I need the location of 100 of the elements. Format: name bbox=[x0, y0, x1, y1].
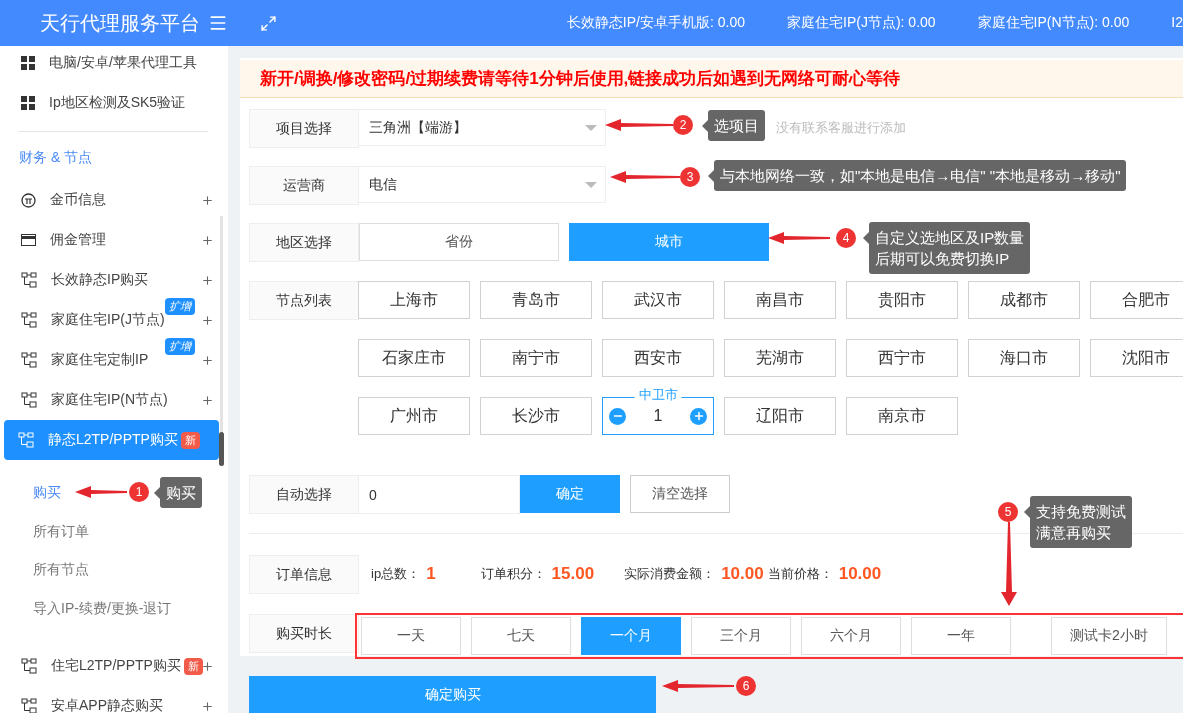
balance-stat: 家庭住宅IP(J节点): 0.00 bbox=[787, 14, 936, 32]
card-icon bbox=[21, 234, 36, 246]
field-label: 自动选择 bbox=[249, 475, 359, 514]
plus-icon[interactable] bbox=[201, 394, 214, 407]
tag: 新 bbox=[183, 657, 203, 675]
city-option[interactable]: 合肥市 bbox=[1090, 281, 1183, 319]
duration-option[interactable]: 七天 bbox=[471, 617, 571, 655]
section-heading: 财务 & 节点 bbox=[18, 148, 94, 167]
callout-tooltip: 选项目 bbox=[702, 110, 765, 141]
city-option[interactable]: 芜湖市 bbox=[724, 339, 836, 377]
quantity-value: 1 bbox=[653, 407, 663, 425]
node-tree-icon bbox=[21, 658, 37, 674]
order-stat-value: 10.00 bbox=[838, 564, 882, 584]
step-marker: 6 bbox=[736, 676, 756, 696]
sidebar-item[interactable]: 家庭住宅定制IP 扩增 bbox=[4, 340, 222, 380]
submenu-item[interactable]: 导入IP-续费/更换-退订 bbox=[33, 589, 172, 628]
plus-icon[interactable] bbox=[201, 700, 214, 713]
order-stat-value: 15.00 bbox=[551, 564, 595, 584]
plus-icon[interactable] bbox=[201, 660, 214, 673]
city-option[interactable]: 长沙市 bbox=[480, 397, 592, 435]
field-label: 购买时长 bbox=[249, 614, 359, 653]
fullscreen-icon[interactable] bbox=[260, 14, 277, 32]
coin-icon bbox=[21, 192, 36, 208]
duration-option[interactable]: 测试卡2小时 bbox=[1051, 617, 1167, 655]
order-stat-label: ip总数： bbox=[371, 565, 421, 583]
city-option[interactable]: 上海市 bbox=[358, 281, 470, 319]
city-option[interactable]: 南昌市 bbox=[724, 281, 836, 319]
callout-tooltip: 购买 bbox=[154, 477, 202, 508]
city-option[interactable]: 成都市 bbox=[968, 281, 1080, 319]
count-input[interactable]: 0 bbox=[359, 475, 520, 514]
project-select[interactable]: 三角洲【端游】 bbox=[359, 109, 606, 146]
city-option[interactable]: 辽阳市 bbox=[724, 397, 836, 435]
city-name: 中卫市 bbox=[634, 387, 682, 403]
sidebar-item[interactable]: 金币信息 bbox=[4, 180, 222, 220]
city-option[interactable]: 武汉市 bbox=[602, 281, 714, 319]
arrow bbox=[768, 232, 830, 244]
order-stat-label: 订单积分： bbox=[480, 565, 546, 583]
sidebar-item[interactable]: 住宅L2TP/PPTP购买 新 bbox=[4, 646, 222, 686]
balance-stat: 家庭住宅IP(N节点): 0.00 bbox=[977, 14, 1130, 32]
city-option[interactable]: 南京市 bbox=[846, 397, 958, 435]
city-option[interactable]: 沈阳市 bbox=[1090, 339, 1183, 377]
plus-icon[interactable] bbox=[690, 407, 707, 425]
duration-option[interactable]: 三个月 bbox=[691, 617, 791, 655]
sidebar-item[interactable]: 电脑/安卓/苹果代理工具 bbox=[4, 46, 222, 83]
node-tree-icon bbox=[21, 392, 37, 408]
hint-text: 没有联系客服进行添加 bbox=[776, 119, 906, 137]
scrollbar-thumb[interactable] bbox=[219, 432, 224, 466]
sidebar-item[interactable]: 家庭住宅IP(N节点) bbox=[4, 380, 222, 420]
duration-option[interactable]: 一天 bbox=[361, 617, 461, 655]
node-tree-icon bbox=[21, 352, 37, 368]
callout-tooltip: 支持免费测试 满意再购买 bbox=[1024, 496, 1132, 548]
field-label: 地区选择 bbox=[249, 223, 359, 262]
clear-button[interactable]: 清空选择 bbox=[630, 475, 730, 513]
plus-icon[interactable] bbox=[201, 314, 214, 327]
grid-icon bbox=[21, 56, 35, 70]
duration-option[interactable]: 一年 bbox=[911, 617, 1011, 655]
city-option[interactable]: 广州市 bbox=[358, 397, 470, 435]
field-label: 节点列表 bbox=[249, 281, 359, 320]
duration-option[interactable]: 六个月 bbox=[801, 617, 901, 655]
arrow bbox=[605, 119, 673, 131]
plus-icon[interactable] bbox=[201, 234, 214, 247]
balance-stat: I2 bbox=[1171, 14, 1183, 32]
plus-icon[interactable] bbox=[201, 354, 214, 367]
sidebar-item[interactable]: 长效静态IP购买 bbox=[4, 260, 222, 300]
region-option[interactable]: 省份 bbox=[359, 223, 559, 261]
menu-icon[interactable] bbox=[208, 13, 228, 33]
field-label: 运营商 bbox=[249, 166, 359, 205]
city-option[interactable]: 海口市 bbox=[968, 339, 1080, 377]
order-stat-value: 1 bbox=[426, 564, 436, 584]
sidebar-item[interactable]: 安卓APP静态购买 bbox=[4, 686, 222, 713]
plus-icon[interactable] bbox=[201, 274, 214, 287]
callout-tooltip: 自定义选地区及IP数量 后期可以免费切换IP bbox=[863, 222, 1031, 274]
city-option[interactable]: 西宁市 bbox=[846, 339, 958, 377]
city-option[interactable]: 西安市 bbox=[602, 339, 714, 377]
city-option[interactable]: 贵阳市 bbox=[846, 281, 958, 319]
node-tree-icon bbox=[18, 432, 34, 448]
minus-icon[interactable] bbox=[609, 407, 626, 425]
field-label: 项目选择 bbox=[249, 109, 359, 148]
submenu-item[interactable]: 所有订单 bbox=[33, 512, 89, 551]
plus-icon[interactable] bbox=[201, 194, 214, 207]
submenu-item[interactable]: 所有节点 bbox=[33, 551, 89, 590]
arrow bbox=[610, 171, 680, 183]
callout-tooltip: 与本地网络一致，如"本地是电信→电信" "本地是移动→移动" bbox=[708, 160, 1127, 191]
caret-icon bbox=[585, 125, 597, 131]
submenu-item[interactable]: 购买 bbox=[33, 474, 61, 513]
tag: 新 bbox=[180, 431, 200, 449]
carrier-select[interactable]: 电信 bbox=[359, 166, 606, 203]
sidebar-item[interactable]: 家庭住宅IP(J节点) 扩增 bbox=[4, 300, 222, 340]
city-option[interactable]: 青岛市 bbox=[480, 281, 592, 319]
tag: 扩增 bbox=[165, 298, 195, 315]
order-stat-value: 10.00 bbox=[721, 564, 764, 584]
order-stat-label: 当前价格： bbox=[767, 565, 833, 583]
sidebar-item[interactable]: Ip地区检测及SK5验证 bbox=[4, 83, 222, 123]
city-option[interactable]: 南宁市 bbox=[480, 339, 592, 377]
city-option[interactable]: 石家庄市 bbox=[358, 339, 470, 377]
node-tree-icon bbox=[21, 272, 37, 288]
sidebar-item[interactable]: 佣金管理 bbox=[4, 220, 222, 260]
arrow bbox=[75, 486, 127, 498]
app-title: 天行代理服务平台 bbox=[40, 10, 200, 36]
tag: 扩增 bbox=[165, 338, 195, 355]
